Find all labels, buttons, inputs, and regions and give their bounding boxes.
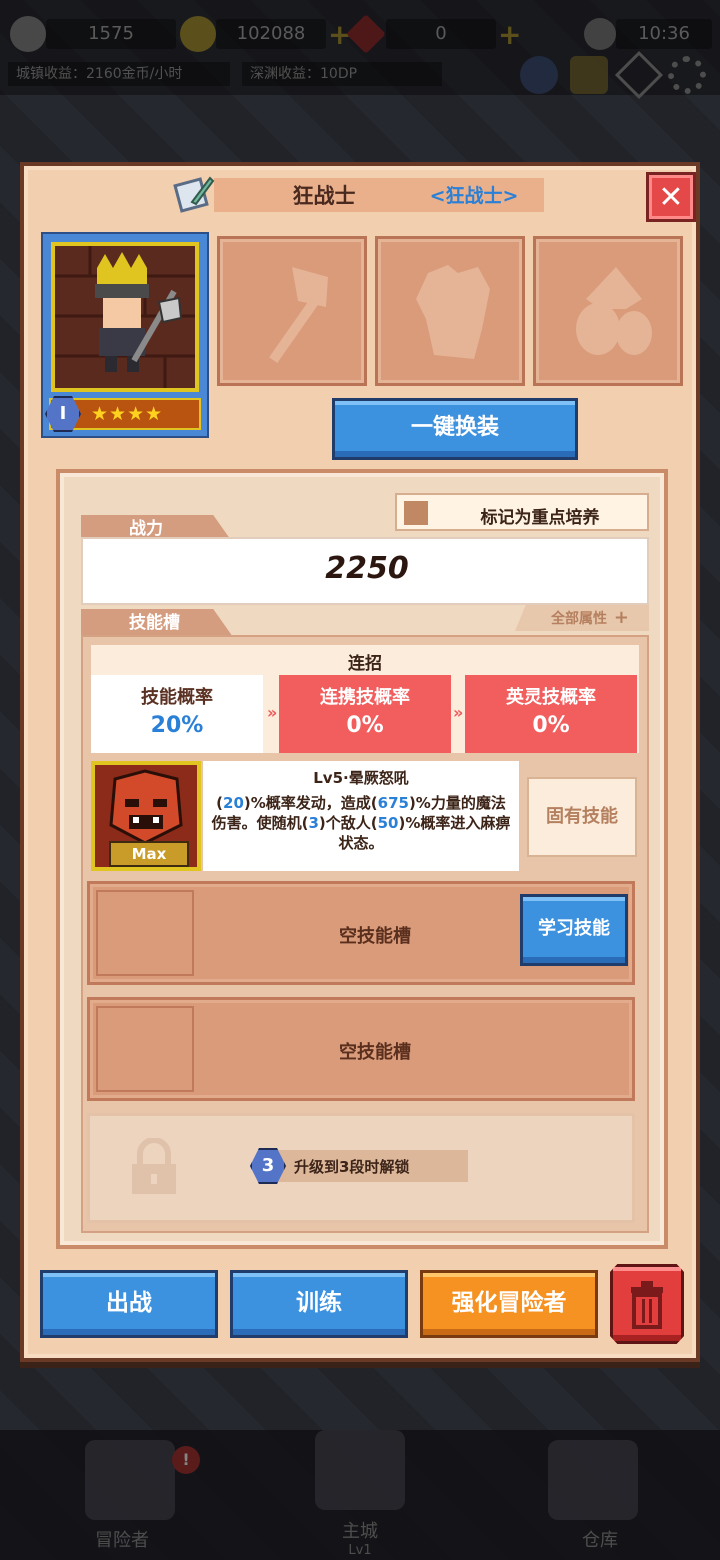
plus-icon: + (613, 607, 629, 628)
unlock-requirement: 3 升级到3段时解锁 (250, 1148, 468, 1184)
arrow-icon: » (267, 703, 278, 722)
train-button[interactable]: 训练 (230, 1270, 408, 1338)
empty-skill-slot-2: 空技能槽 (87, 997, 635, 1101)
combo-title: 连招 (348, 654, 382, 674)
class-label: <狂战士> (429, 185, 519, 207)
mark-focus-checkbox[interactable] (404, 501, 428, 525)
equipment-slot-accessory[interactable] (533, 236, 683, 386)
close-icon: ✕ (658, 179, 684, 215)
skill-slot-area: 连招 技能概率 20% » 连携技概率 0% » 英灵技概率 0% Max Lv… (81, 635, 649, 1233)
lock-icon (132, 1138, 176, 1194)
power-value: 2250 (325, 551, 409, 586)
all-attributes-button[interactable]: 全部属性 + (515, 605, 649, 631)
skill-info: Lv5·晕厥怒吼 (20)%概率发动，造成(675)%力量的魔法伤害。使随机(3… (203, 761, 519, 871)
skill-desc-number: 50 (377, 814, 399, 832)
learn-skill-button[interactable]: 学习技能 (520, 894, 628, 966)
close-button[interactable]: ✕ (646, 172, 696, 222)
hero-stats-box: 战力 标记为重点培养 2250 技能槽 全部属性 + 连招 技能概率 20% » (56, 469, 668, 1249)
mark-focus-toggle[interactable]: 标记为重点培养 (395, 493, 649, 531)
skill-max-badge: Max (109, 841, 189, 867)
mark-focus-label: 标记为重点培养 (480, 508, 600, 528)
deploy-button[interactable]: 出战 (40, 1270, 218, 1338)
empty-skill-slot-label: 空技能槽 (339, 926, 411, 947)
armor-icon (416, 265, 490, 359)
hero-portrait-card[interactable]: Ⅰ ★★★★ (41, 232, 209, 438)
all-attributes-label: 全部属性 (551, 611, 607, 627)
combo-section: 连招 技能概率 20% » 连携技概率 0% » 英灵技概率 0% (91, 645, 639, 753)
combo-spirit-chance-value: 0% (532, 713, 570, 738)
scroll-quill-icon (172, 172, 216, 216)
skill-icon[interactable]: Max (91, 761, 201, 871)
enhance-adventurer-button[interactable]: 强化冒险者 (420, 1270, 598, 1338)
hero-rank-bar: Ⅰ ★★★★ (45, 396, 201, 432)
equipment-slot-armor[interactable] (375, 236, 525, 386)
empty-skill-slot-label: 空技能槽 (339, 1042, 411, 1063)
skill-desc-text: )%概率发动，造成( (243, 794, 378, 812)
skill-desc-number: 3 (308, 814, 319, 832)
slot-pattern (96, 890, 194, 976)
hero-detail-panel: 狂战士 <狂战士> ✕ Ⅰ ★★★★ 一键换装 战力 标记为重点培养 2250 … (20, 162, 700, 1362)
combo-chain-chance-value: 0% (346, 713, 384, 738)
power-display: 2250 (81, 537, 649, 605)
skill-name: Lv5·晕厥怒吼 (313, 769, 409, 787)
one-click-equip-button[interactable]: 一键换装 (332, 398, 578, 460)
slot-pattern (96, 1006, 194, 1092)
locked-skill-slot: 3 升级到3段时解锁 (87, 1113, 635, 1223)
arrow-icon: » (453, 703, 464, 722)
stage-badge: 3 (250, 1148, 286, 1184)
combo-spirit-chance-label: 英灵技概率 (506, 687, 596, 708)
skill-desc-number: 20 (223, 794, 244, 812)
hero-portrait (51, 242, 199, 392)
innate-skill-label: 固有技能 (527, 777, 637, 857)
skill-desc-number: 675 (377, 794, 409, 812)
combo-spirit-chance: 英灵技概率 0% (465, 675, 637, 753)
page-title: 狂战士 (292, 184, 356, 208)
hero-stage-badge: Ⅰ (45, 396, 81, 432)
combo-skill-chance-label: 技能概率 (141, 687, 213, 708)
axe-icon (269, 267, 328, 363)
skill-desc-text: ( (216, 794, 224, 812)
berserker-sprite-icon (55, 246, 195, 388)
skill-description: (20)%概率发动，造成(675)%力量的魔法伤害。使随机(3)个敌人(50)%… (209, 793, 513, 853)
innate-skill-row: Max Lv5·晕厥怒吼 (20)%概率发动，造成(675)%力量的魔法伤害。使… (91, 761, 639, 871)
skill-desc-text: )个敌人( (318, 814, 378, 832)
skill-slot-tab: 技能槽 (81, 609, 233, 637)
combo-chain-chance-label: 连携技概率 (320, 687, 410, 708)
dismiss-button[interactable] (610, 1264, 684, 1344)
unlock-requirement-text: 升级到3段时解锁 (294, 1158, 410, 1176)
equipment-slot-weapon[interactable] (217, 236, 367, 386)
accessory-icon (576, 267, 652, 355)
empty-skill-slot-1: 空技能槽 学习技能 (87, 881, 635, 985)
combo-chain-chance: 连携技概率 0% (279, 675, 451, 753)
hero-stars: ★★★★ (91, 403, 164, 425)
trash-icon (631, 1281, 663, 1329)
combo-skill-chance-value: 20% (150, 713, 204, 738)
combo-skill-chance: 技能概率 20% (91, 675, 263, 753)
